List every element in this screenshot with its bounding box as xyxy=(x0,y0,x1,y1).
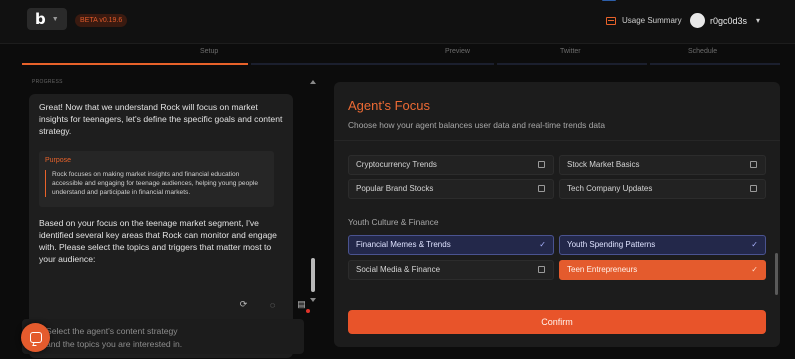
purpose-body: Rock focuses on making market insights a… xyxy=(45,170,268,197)
checkbox-icon[interactable] xyxy=(750,161,757,168)
option-stock-market-basics[interactable]: Stock Market Basics xyxy=(559,155,766,175)
usage-summary-label: Usage Summary xyxy=(622,16,682,25)
option-financial-memes[interactable]: Financial Memes & Trends ✓ xyxy=(348,235,554,255)
step-schedule-bar xyxy=(650,63,780,65)
option-label: Cryptocurrency Trends xyxy=(356,160,437,169)
logo-menu-button[interactable]: b ▼ xyxy=(27,8,67,30)
checkbox-icon[interactable] xyxy=(750,185,757,192)
option-tech-company-updates[interactable]: Tech Company Updates xyxy=(559,179,766,199)
scroll-thumb[interactable] xyxy=(311,258,315,292)
step-preview[interactable]: Preview xyxy=(445,48,470,55)
checkbox-icon[interactable] xyxy=(538,161,545,168)
chat-bubble-icon xyxy=(29,332,42,343)
panel-divider xyxy=(334,140,780,141)
checkbox-icon[interactable] xyxy=(538,266,545,273)
chat-section-tag: PROGRESS xyxy=(32,79,63,85)
scroll-down-icon[interactable] xyxy=(310,298,316,302)
option-social-media-finance[interactable]: Social Media & Finance xyxy=(348,260,554,280)
step-twitter-bar xyxy=(497,63,647,65)
option-youth-spending-patterns[interactable]: Youth Spending Patterns ✓ xyxy=(559,235,766,255)
option-label: Teen Entrepreneurs xyxy=(567,265,638,274)
chat-toolbar: ⟳ ◌ ▤ xyxy=(238,299,310,313)
option-label: Social Media & Finance xyxy=(356,265,441,274)
group-label-youth-culture: Youth Culture & Finance xyxy=(348,217,439,227)
chevron-down-icon: ▾ xyxy=(756,16,761,25)
user-menu[interactable]: r0gc0d3s ▾ xyxy=(690,13,760,28)
checkbox-icon[interactable] xyxy=(538,185,545,192)
avatar xyxy=(690,13,705,28)
refresh-icon[interactable]: ⟳ xyxy=(238,299,249,310)
step-preview-bar xyxy=(251,63,494,65)
document-glyph: ▤ xyxy=(297,299,306,309)
placeholder-line-1: Select the agent's content strategy xyxy=(46,326,178,336)
panel-scrollbar[interactable] xyxy=(775,253,778,295)
purpose-title: Purpose xyxy=(45,157,72,164)
usage-icon xyxy=(606,16,616,25)
message-intro: Great! Now that we understand Rock will … xyxy=(39,102,283,136)
app-page: b ▼ BETA v0.19.6 Usage Summary r0gc0d3s … xyxy=(0,0,795,359)
chat-scrollbar[interactable] xyxy=(310,80,316,302)
option-label: Financial Memes & Trends xyxy=(356,240,451,249)
panel-subtitle: Choose how your agent balances user data… xyxy=(348,120,605,130)
step-schedule[interactable]: Schedule xyxy=(688,48,717,55)
chat-launcher-button[interactable] xyxy=(21,323,50,352)
document-icon[interactable]: ▤ xyxy=(296,299,310,313)
check-icon: ✓ xyxy=(751,240,758,249)
step-progress: Setup Preview Twitter Schedule xyxy=(0,44,795,66)
logo-letter: b xyxy=(35,10,46,28)
check-icon: ✓ xyxy=(539,240,546,249)
purpose-card: Purpose Rock focuses on making market in… xyxy=(39,151,274,207)
option-teen-entrepreneurs[interactable]: Teen Entrepreneurs ✓ xyxy=(559,260,766,280)
option-cryptocurrency-trends[interactable]: Cryptocurrency Trends xyxy=(348,155,554,175)
comment-icon[interactable]: ◌ xyxy=(267,299,278,310)
option-label: Tech Company Updates xyxy=(567,184,653,193)
top-bar: b ▼ BETA v0.19.6 Usage Summary r0gc0d3s … xyxy=(0,0,795,44)
message-followup: Based on your focus on the teenage marke… xyxy=(39,218,277,264)
option-label: Stock Market Basics xyxy=(567,160,640,169)
username: r0gc0d3s xyxy=(710,15,748,26)
chat-panel: PROGRESS Great! Now that we understand R… xyxy=(21,72,320,358)
usage-summary-link[interactable]: Usage Summary xyxy=(606,16,682,25)
confirm-button[interactable]: Confirm xyxy=(348,310,766,334)
check-icon: ✓ xyxy=(751,265,758,274)
scroll-up-icon[interactable] xyxy=(310,80,316,84)
placeholder-line-2: and the topics you are interested in. xyxy=(46,339,183,349)
step-twitter[interactable]: Twitter xyxy=(560,48,581,55)
step-setup-bar xyxy=(22,63,248,65)
option-label: Popular Brand Stocks xyxy=(356,184,434,193)
chevron-down-icon: ▼ xyxy=(51,15,59,23)
beta-badge: BETA v0.19.6 xyxy=(75,14,128,27)
chat-input[interactable]: Select the agent's content strategy and … xyxy=(22,319,304,354)
agent-focus-panel: Agent's Focus Choose how your agent bala… xyxy=(334,82,780,347)
top-edge-indicator xyxy=(602,0,616,1)
option-label: Youth Spending Patterns xyxy=(567,240,656,249)
chat-input-placeholder: Select the agent's content strategy and … xyxy=(46,325,182,351)
notification-dot xyxy=(306,309,310,313)
panel-title: Agent's Focus xyxy=(348,98,430,113)
option-popular-brand-stocks[interactable]: Popular Brand Stocks xyxy=(348,179,554,199)
step-setup[interactable]: Setup xyxy=(200,48,218,55)
